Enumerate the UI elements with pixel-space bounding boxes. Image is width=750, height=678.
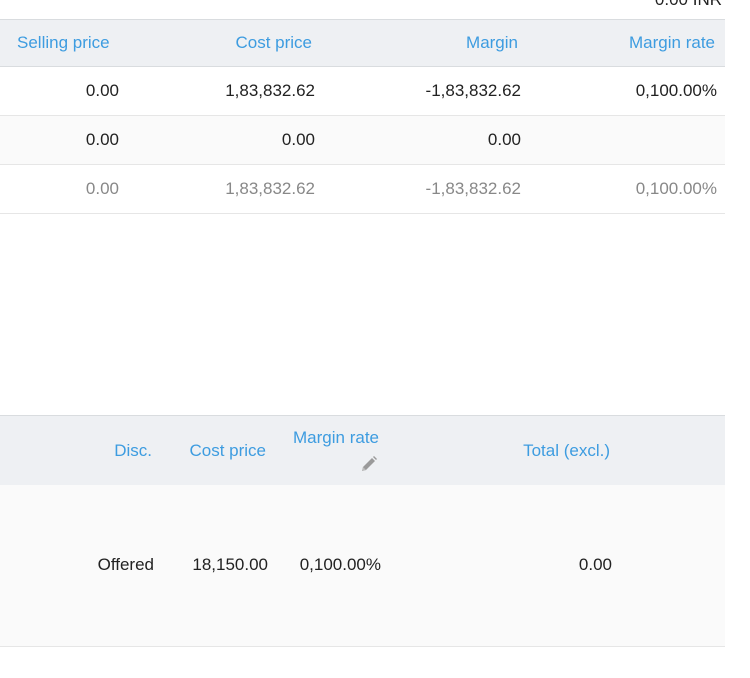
cell-margin-rate: 0,100.00% — [635, 81, 717, 100]
document-total: 0.00 INR — [655, 0, 722, 10]
cell-margin: 0.00 — [487, 130, 521, 149]
col-cost-price: Cost price — [235, 33, 312, 52]
cell-margin-rate: 0,100.00% — [299, 555, 381, 574]
lines-header: Disc. Cost price Margin rate Total (excl… — [0, 415, 725, 485]
summary-row: 0.00 0.00 0.00 — [0, 116, 725, 165]
summary-row: 0.00 1,83,832.62 -1,83,832.62 0,100.00% — [0, 165, 725, 214]
cell-selling-price: 0.00 — [85, 179, 119, 198]
cell-margin-rate: 0,100.00% — [635, 179, 717, 198]
cell-discount: Offered — [97, 555, 154, 574]
col-margin-rate[interactable]: Margin rate — [293, 428, 379, 448]
cell-selling-price: 0.00 — [85, 81, 119, 100]
col-discount[interactable]: Disc. — [114, 441, 152, 461]
cell-total-excl: 0.00 — [578, 555, 612, 574]
cell-cost-price: 0.00 — [281, 130, 315, 149]
cell-margin: -1,83,832.62 — [425, 81, 521, 100]
cell-margin: -1,83,832.62 — [425, 179, 521, 198]
cell-cost-price: 18,150.00 — [192, 555, 268, 574]
margin-summary-table: Selling price Cost price Margin Margin r… — [0, 19, 725, 214]
col-cost-price[interactable]: Cost price — [189, 441, 266, 461]
col-margin: Margin — [466, 33, 518, 52]
line-item-row[interactable]: Offered 18,150.00 0,100.00% 0.00 — [0, 485, 725, 647]
summary-header: Selling price Cost price Margin Margin r… — [0, 19, 725, 67]
pencil-icon[interactable] — [359, 454, 379, 474]
col-selling-price: Selling price — [17, 33, 110, 52]
col-margin-rate: Margin rate — [629, 33, 715, 52]
col-total-excl[interactable]: Total (excl.) — [523, 441, 610, 461]
cell-cost-price: 1,83,832.62 — [225, 81, 315, 100]
line-items-table: Disc. Cost price Margin rate Total (excl… — [0, 415, 725, 647]
cell-cost-price: 1,83,832.62 — [225, 179, 315, 198]
summary-row: 0.00 1,83,832.62 -1,83,832.62 0,100.00% — [0, 67, 725, 116]
cell-selling-price: 0.00 — [85, 130, 119, 149]
